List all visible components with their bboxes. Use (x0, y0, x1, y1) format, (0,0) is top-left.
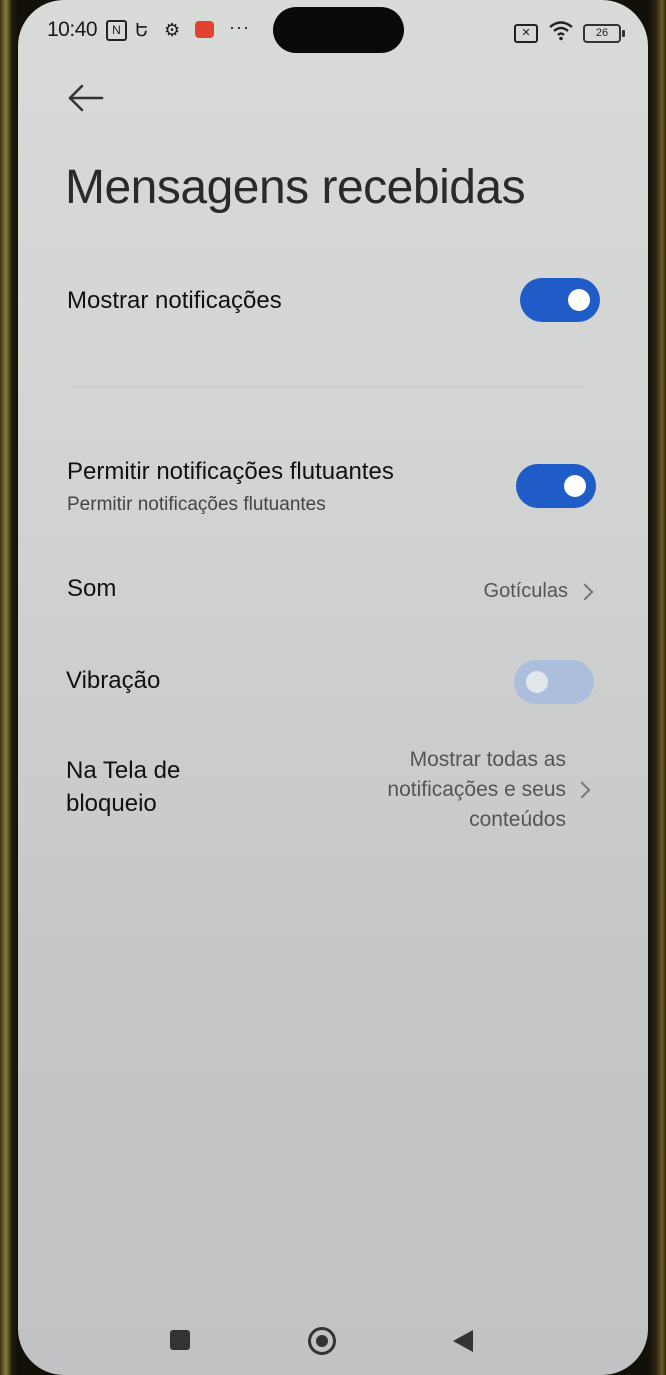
wifi-icon (548, 19, 574, 45)
arrow-left-icon (68, 84, 104, 112)
sync-icon: Ե (135, 20, 149, 40)
navigation-bar (18, 1310, 648, 1370)
floating-notifications-label: Permitir notificações flutuantes (67, 458, 394, 485)
floating-notifications-subtitle: Permitir notificações flutuantes (67, 494, 326, 515)
show-notifications-toggle[interactable] (520, 278, 600, 322)
nfc-icon: N (106, 20, 127, 41)
back-button[interactable] (66, 78, 106, 118)
status-time: 10:40 (47, 18, 98, 41)
toggle-knob (564, 475, 586, 497)
lock-screen-value-line2: notificações e seus (387, 778, 566, 801)
divider (68, 386, 588, 387)
screen: 10:40 N Ե ⚙ ··· ✕ 26 Mensagens recebidas… (18, 0, 648, 1375)
show-notifications-label: Mostrar notificações (67, 287, 282, 314)
sim-off-icon: ✕ (514, 24, 538, 43)
battery-indicator: 26 (583, 24, 625, 43)
gear-icon: ⚙ (164, 20, 181, 40)
lock-screen-value-line1: Mostrar todas as (409, 748, 566, 771)
lock-screen-value-line3: conteúdos (469, 808, 566, 831)
vibration-toggle[interactable] (514, 660, 594, 704)
status-bar: 10:40 N Ե ⚙ ··· ✕ 26 (18, 0, 648, 60)
sound-value: Gotículas (483, 580, 568, 602)
more-notifications-icon: ··· (229, 17, 250, 37)
square-icon[interactable] (170, 1330, 190, 1350)
floating-notifications-toggle[interactable] (516, 464, 596, 508)
toggle-knob (568, 289, 590, 311)
lock-screen-label-line1: Na Tela de (66, 757, 181, 784)
chevron-right-icon (576, 583, 594, 601)
toggle-knob (526, 671, 548, 693)
triangle-back-icon[interactable] (453, 1330, 473, 1352)
mail-app-icon (195, 21, 214, 38)
chevron-right-icon (573, 781, 591, 799)
page-title: Mensagens recebidas (65, 161, 526, 214)
sound-label: Som (67, 575, 117, 602)
lock-screen-label-line2: bloqueio (66, 790, 157, 817)
vibration-label: Vibração (66, 667, 161, 694)
circle-icon[interactable] (308, 1327, 336, 1355)
camera-notch (273, 7, 404, 53)
